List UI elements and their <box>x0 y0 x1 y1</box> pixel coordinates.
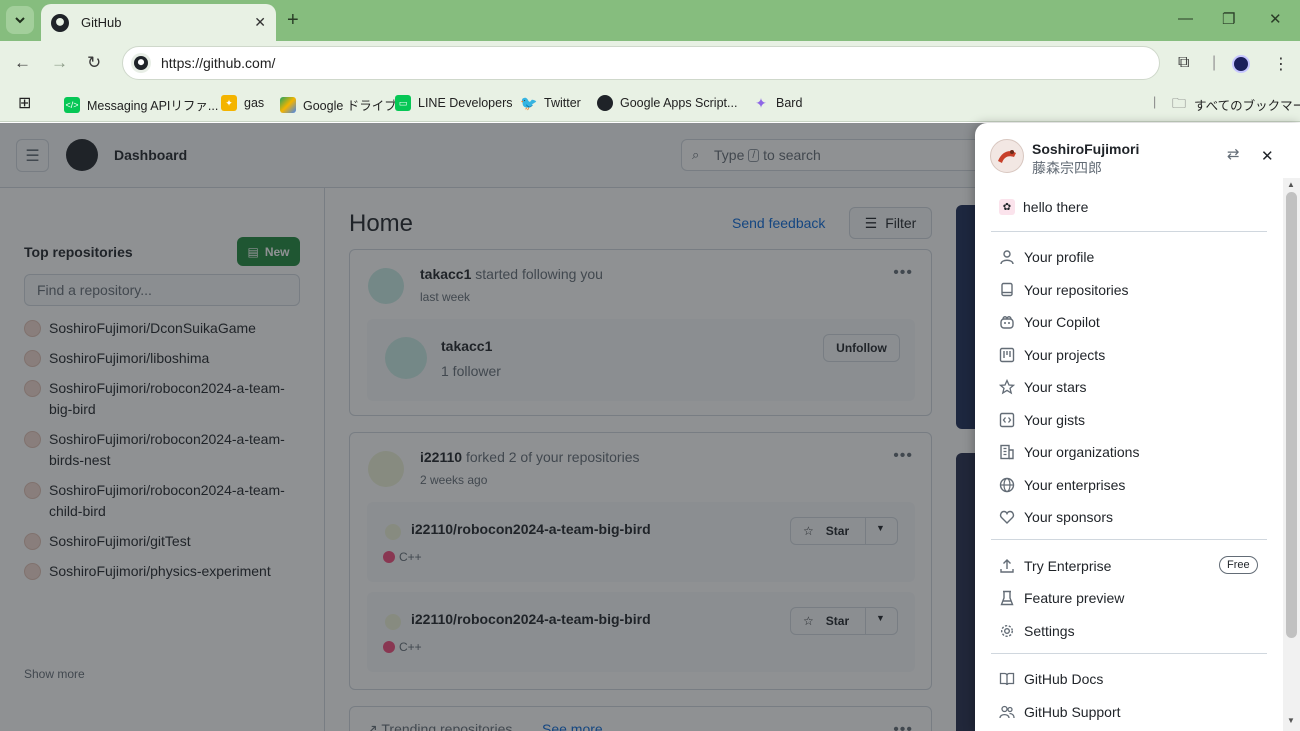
github-favicon-icon <box>51 13 69 32</box>
bookmark-line-developers[interactable]: ▭ LINE Developers <box>395 95 513 111</box>
bard-icon: ✦ <box>755 94 767 111</box>
menu-github-support[interactable]: GitHub Support <box>999 700 1261 724</box>
window-close-icon[interactable]: ✕ <box>1269 10 1282 28</box>
people-icon <box>999 705 1015 719</box>
bookmark-twitter[interactable]: 🐦 Twitter <box>520 94 581 111</box>
beaker-icon <box>1000 590 1014 606</box>
scroll-up-icon[interactable]: ▲ <box>1287 180 1295 189</box>
code-square-icon <box>999 412 1015 428</box>
browser-tab-strip: GitHub ✕ + — ❐ ✕ <box>0 0 1300 41</box>
site-info-icon[interactable] <box>131 53 151 73</box>
gear-icon <box>1000 624 1014 638</box>
menu-your-projects[interactable]: Your projects <box>999 343 1261 367</box>
menu-divider <box>991 539 1267 540</box>
reload-icon[interactable]: ↻ <box>87 53 101 73</box>
avatar <box>990 139 1024 173</box>
status-emoji-icon: ✿ <box>999 199 1015 215</box>
restore-icon[interactable]: ❐ <box>1222 10 1235 28</box>
menu-your-copilot[interactable]: Your Copilot <box>999 310 1261 334</box>
set-status-button[interactable]: ✿ hello there <box>999 199 1088 215</box>
menu-your-gists[interactable]: Your gists <box>999 408 1261 432</box>
browser-menu-icon[interactable]: ⋮ <box>1273 54 1289 74</box>
menu-feature-preview[interactable]: Feature preview <box>999 586 1261 610</box>
menu-your-repositories[interactable]: Your repositories <box>999 278 1261 302</box>
toolbar-separator: | <box>1212 54 1217 71</box>
all-bookmarks-folder[interactable]: 🗀すべてのブックマーク <box>1171 95 1300 114</box>
bookmarks-bar: ⊞ </> Messaging APIリファ... ✦ gas Google ドライ… <box>0 86 1300 122</box>
display-name: 藤森宗四郎 <box>1032 160 1102 176</box>
bookmark-messaging-api[interactable]: </> Messaging APIリファ... <box>64 95 218 114</box>
switch-account-icon[interactable]: ⇄ <box>1227 145 1240 163</box>
tab-title: GitHub <box>81 15 122 30</box>
repo-icon <box>1001 282 1013 297</box>
menu-your-sponsors[interactable]: Your sponsors <box>999 505 1261 529</box>
upload-icon <box>1000 559 1014 573</box>
profile-avatar[interactable] <box>1232 55 1250 73</box>
new-tab-button[interactable]: + <box>287 9 299 32</box>
bookmark-gas[interactable]: ✦ gas <box>221 95 264 111</box>
status-text: hello there <box>1023 199 1089 215</box>
url-text: https://github.com/ <box>161 55 276 71</box>
browser-toolbar: ← → ↻ https://github.com/ ⧉ | ⋮ <box>0 41 1300 86</box>
google-drive-icon <box>280 96 296 113</box>
twitter-icon: 🐦 <box>520 94 538 111</box>
book-icon <box>999 672 1015 686</box>
browser-tab-github[interactable]: GitHub ✕ <box>41 4 276 41</box>
menu-your-profile[interactable]: Your profile <box>999 245 1261 269</box>
menu-your-organizations[interactable]: Your organizations <box>999 440 1261 464</box>
github-icon <box>597 95 613 111</box>
apps-grid-icon[interactable]: ⊞ <box>18 93 31 113</box>
back-arrow-icon[interactable]: ← <box>14 53 31 73</box>
star-icon <box>999 379 1015 395</box>
menu-settings[interactable]: Settings <box>999 619 1261 643</box>
user-menu-panel: SoshiroFujimori 藤森宗四郎 ⇄ ✕ ✿ hello there … <box>975 123 1300 731</box>
scroll-down-icon[interactable]: ▼ <box>1287 716 1295 725</box>
copilot-icon <box>1000 316 1014 329</box>
folder-icon: 🗀 <box>1172 94 1186 111</box>
globe-icon <box>999 477 1015 493</box>
line-icon: ▭ <box>395 95 411 111</box>
person-icon <box>1000 250 1014 265</box>
minimize-icon[interactable]: — <box>1178 10 1193 27</box>
extensions-icon[interactable]: ⧉ <box>1178 54 1189 72</box>
free-badge: Free <box>1219 556 1258 574</box>
close-icon[interactable]: ✕ <box>1261 147 1274 165</box>
heart-icon <box>999 510 1015 524</box>
forward-arrow-icon[interactable]: → <box>51 53 68 73</box>
bookmark-google-apps-script[interactable]: Google Apps Script... <box>597 95 737 111</box>
panel-scrollbar[interactable]: ▲ ▼ <box>1283 178 1300 731</box>
project-icon <box>999 347 1015 363</box>
menu-divider <box>991 231 1267 232</box>
bookmarks-separator: | <box>1153 95 1157 109</box>
menu-github-docs[interactable]: GitHub Docs <box>999 667 1261 691</box>
chevron-down-icon <box>15 17 25 24</box>
address-bar[interactable]: https://github.com/ <box>122 46 1160 80</box>
tab-search-button[interactable] <box>6 6 34 34</box>
username: SoshiroFujimori <box>1032 141 1140 157</box>
gas-icon: ✦ <box>221 95 237 111</box>
avatar-image-icon <box>998 150 1016 163</box>
scrollbar-thumb[interactable] <box>1286 192 1297 638</box>
bookmark-bard[interactable]: ✦ Bard <box>753 95 802 111</box>
line-green-icon: </> <box>64 96 80 113</box>
menu-your-stars[interactable]: Your stars <box>999 375 1261 399</box>
menu-your-enterprises[interactable]: Your enterprises <box>999 473 1261 497</box>
menu-divider <box>991 653 1267 654</box>
organization-icon <box>1000 444 1014 460</box>
tab-close-icon[interactable]: ✕ <box>254 14 266 31</box>
bookmark-google-drive[interactable]: Google ドライブ <box>280 95 397 114</box>
